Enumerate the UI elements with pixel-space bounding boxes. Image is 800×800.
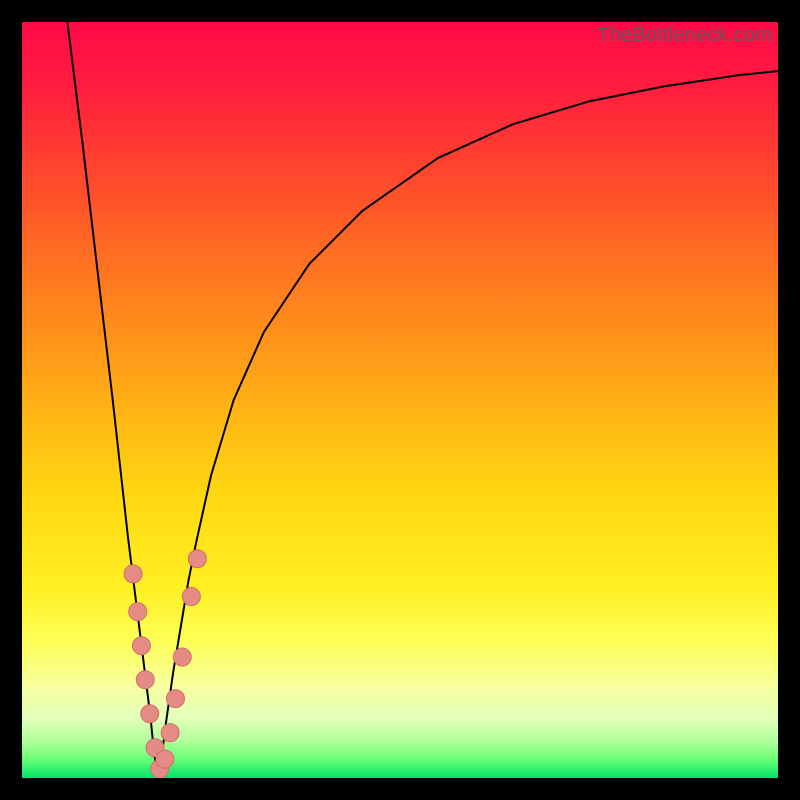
marker-dot	[188, 550, 206, 568]
marker-dot	[156, 750, 174, 768]
chart-plot-area: TheBottleneck.com	[22, 22, 778, 778]
marker-dot	[166, 690, 184, 708]
marker-dot	[124, 565, 142, 583]
marker-dot	[141, 705, 159, 723]
marker-dot	[161, 724, 179, 742]
marker-dot	[136, 671, 154, 689]
marker-dot	[132, 637, 150, 655]
chart-frame: TheBottleneck.com	[0, 0, 800, 800]
chart-svg	[22, 22, 778, 778]
marker-dot	[129, 603, 147, 621]
marker-dot	[173, 648, 191, 666]
marker-group	[124, 550, 206, 778]
marker-dot	[182, 588, 200, 606]
